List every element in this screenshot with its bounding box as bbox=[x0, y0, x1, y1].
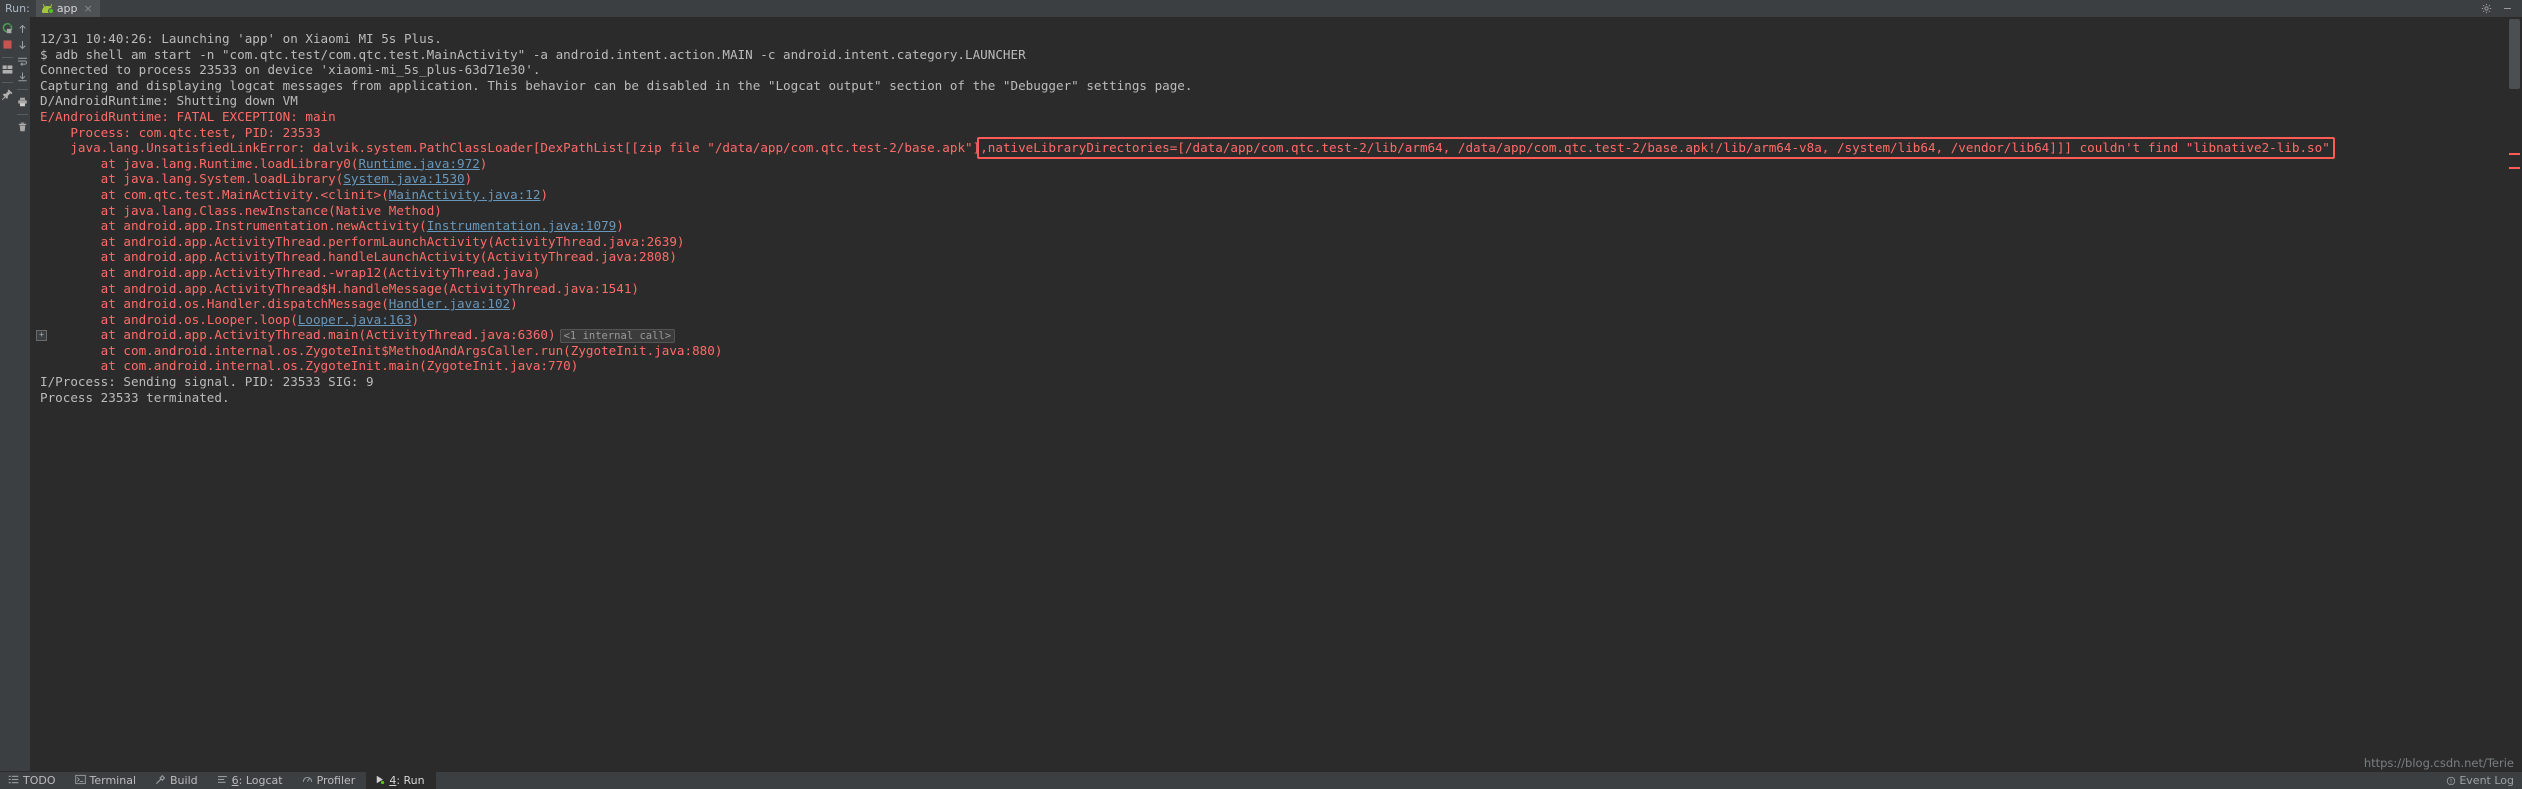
logcat-icon bbox=[217, 774, 228, 788]
status-bar-right: Event Log bbox=[2446, 774, 2522, 787]
toolbar-divider-3 bbox=[17, 89, 28, 90]
fold-expand-toggle[interactable]: + bbox=[36, 330, 47, 342]
sb-logcat-label: 6: Logcat bbox=[231, 774, 283, 787]
console-line: at android.os.Handler.dispatchMessage(Ha… bbox=[100, 296, 518, 312]
console-output: 12/31 10:40:26: Launching 'app' on Xiaom… bbox=[40, 31, 2506, 405]
error-marker-2[interactable] bbox=[2509, 167, 2520, 169]
layout-button[interactable] bbox=[1, 62, 14, 77]
pin-button[interactable] bbox=[1, 87, 14, 102]
stop-button[interactable] bbox=[1, 37, 14, 52]
watermark: https://blog.csdn.net/Terie bbox=[2363, 756, 2514, 770]
stack-trace-link[interactable]: Handler.java:102 bbox=[389, 296, 510, 311]
sb-todo-label: TODO bbox=[23, 774, 56, 787]
rerun-button[interactable] bbox=[1, 21, 14, 36]
scroll-to-end-icon[interactable] bbox=[16, 69, 29, 84]
console-line: E/AndroidRuntime: FATAL EXCEPTION: main bbox=[40, 108, 336, 124]
trash-icon[interactable] bbox=[16, 119, 29, 134]
toolbar-divider-2 bbox=[2, 82, 13, 83]
tab-app-label: app bbox=[56, 2, 78, 15]
arrow-up-icon[interactable] bbox=[16, 21, 29, 36]
error-marker[interactable] bbox=[2509, 153, 2520, 155]
console-line: D/AndroidRuntime: Shutting down VM bbox=[40, 93, 298, 109]
sb-build-label: Build bbox=[170, 774, 198, 787]
console-line: at android.app.ActivityThread.performLau… bbox=[100, 233, 685, 249]
stack-trace-link[interactable]: Runtime.java:972 bbox=[358, 156, 479, 171]
run-tool-window-header: Run: app × bbox=[0, 0, 2522, 18]
printer-icon[interactable] bbox=[16, 94, 29, 109]
console-line: Process: com.qtc.test, PID: 23533 bbox=[70, 124, 321, 140]
sb-build[interactable]: Build bbox=[147, 772, 209, 789]
gauge-icon bbox=[302, 774, 313, 788]
console-line: at java.lang.System.loadLibrary(System.j… bbox=[100, 171, 473, 187]
run-label: Run: bbox=[5, 2, 30, 15]
minimize-icon[interactable] bbox=[2502, 3, 2513, 14]
console-line: at android.app.ActivityThread.handleLaun… bbox=[100, 249, 677, 265]
gear-icon[interactable] bbox=[2481, 3, 2492, 14]
console-line: at com.android.internal.os.ZygoteInit.ma… bbox=[100, 358, 579, 374]
console-scrollbar[interactable] bbox=[2506, 17, 2522, 772]
stack-trace-link[interactable]: Instrumentation.java:1079 bbox=[427, 218, 617, 233]
sb-run[interactable]: 4: Run bbox=[366, 772, 436, 789]
stack-trace-link[interactable]: MainActivity.java:12 bbox=[389, 187, 541, 202]
console-line: at java.lang.Runtime.loadLibrary0(Runtim… bbox=[100, 155, 488, 171]
event-log-label: Event Log bbox=[2459, 774, 2514, 787]
console-line: Capturing and displaying logcat messages… bbox=[40, 77, 1193, 93]
sb-profiler-label: Profiler bbox=[316, 774, 356, 787]
console-line: at android.app.ActivityThread.-wrap12(Ac… bbox=[100, 264, 541, 280]
soft-wrap-icon[interactable] bbox=[16, 53, 29, 68]
toolbar-divider bbox=[2, 57, 13, 58]
close-icon[interactable]: × bbox=[84, 2, 93, 15]
console-line: Process 23533 terminated. bbox=[40, 389, 230, 405]
list-icon bbox=[8, 774, 19, 788]
stack-trace-link[interactable]: Looper.java:163 bbox=[298, 312, 412, 327]
status-bar: TODO Terminal Build 6: Logcat Profiler 4: Run… bbox=[0, 771, 2522, 789]
console-line: $ adb shell am start -n "com.qtc.test/co… bbox=[40, 46, 1026, 62]
sb-profiler[interactable]: Profiler bbox=[294, 772, 367, 789]
console-line: I/Process: Sending signal. PID: 23533 SI… bbox=[40, 374, 374, 390]
play-icon bbox=[374, 774, 385, 788]
console-line: at android.app.ActivityThread$H.handleMe… bbox=[100, 280, 639, 296]
stack-trace-link[interactable]: System.java:1530 bbox=[343, 171, 464, 186]
folded-frames-badge[interactable]: <1 internal call> bbox=[559, 329, 676, 344]
toolbar-divider-4 bbox=[17, 114, 28, 115]
run-toolbar bbox=[0, 17, 30, 772]
console-line: at java.lang.Class.newInstance(Native Me… bbox=[100, 202, 442, 218]
console-line: at com.android.internal.os.ZygoteInit$Me… bbox=[100, 342, 723, 358]
sb-todo[interactable]: TODO bbox=[0, 772, 67, 789]
hammer-icon bbox=[155, 774, 166, 788]
sb-terminal[interactable]: Terminal bbox=[67, 772, 148, 789]
scrollbar-thumb[interactable] bbox=[2509, 19, 2520, 89]
arrow-down-icon[interactable] bbox=[16, 37, 29, 52]
tab-app[interactable]: app × bbox=[35, 0, 100, 17]
event-log-button[interactable]: Event Log bbox=[2446, 774, 2514, 787]
console-line: java.lang.UnsatisfiedLinkError: dalvik.s… bbox=[70, 140, 2330, 156]
run-toolbar-primary bbox=[0, 17, 15, 772]
sb-terminal-label: Terminal bbox=[89, 774, 137, 787]
console-line: at android.app.Instrumentation.newActivi… bbox=[100, 218, 624, 234]
console-line: at com.qtc.test.MainActivity.<clinit>(Ma… bbox=[100, 186, 549, 202]
console-line: at android.os.Looper.loop(Looper.java:16… bbox=[100, 311, 420, 327]
android-robot-icon bbox=[41, 4, 54, 14]
console-line: Connected to process 23533 on device 'xi… bbox=[40, 62, 541, 78]
sb-logcat[interactable]: 6: Logcat bbox=[209, 772, 294, 789]
console-line: at android.app.ActivityThread.main(Activ… bbox=[40, 327, 2506, 344]
run-console[interactable]: 12/31 10:40:26: Launching 'app' on Xiaom… bbox=[30, 17, 2506, 772]
run-toolbar-secondary bbox=[15, 17, 30, 772]
console-line: 12/31 10:40:26: Launching 'app' on Xiaom… bbox=[40, 31, 442, 46]
terminal-icon bbox=[74, 774, 86, 788]
sb-run-label: 4: Run bbox=[389, 774, 425, 787]
